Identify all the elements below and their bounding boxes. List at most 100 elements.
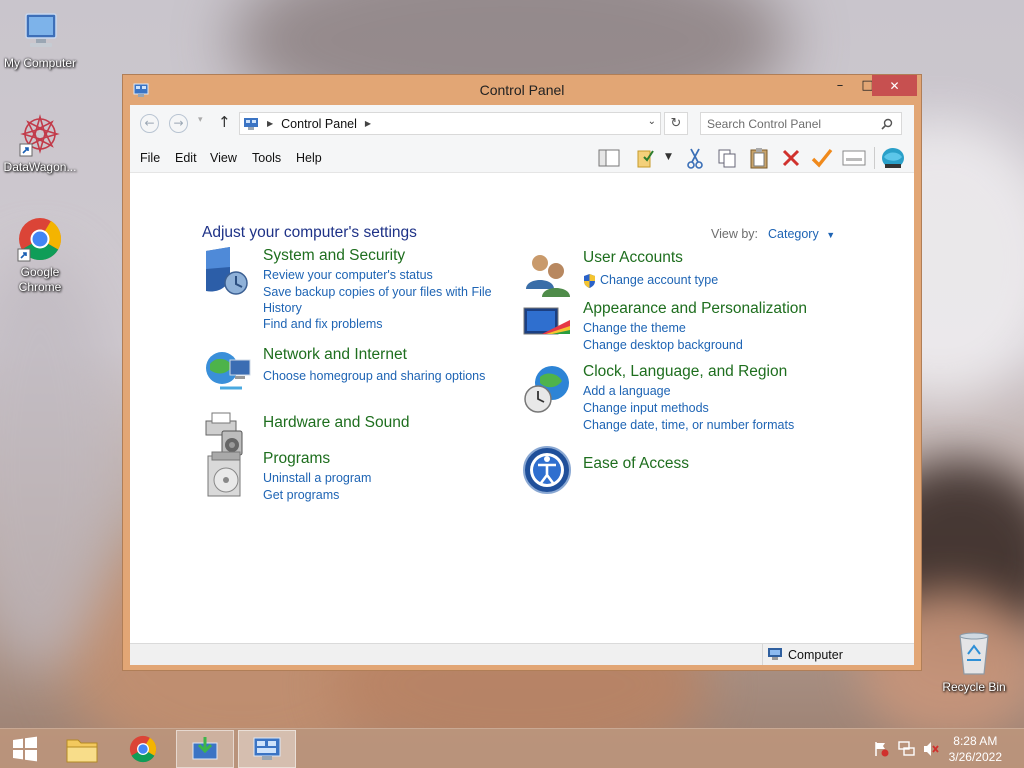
properties-icon[interactable] bbox=[842, 146, 866, 170]
monitor-palette-icon bbox=[523, 307, 570, 335]
refresh-button[interactable]: ↻ bbox=[664, 112, 688, 135]
link-save-backup-copies[interactable]: Save backup copies of your files with Fi… bbox=[263, 284, 492, 300]
category-user-accounts: User Accounts Change account type bbox=[522, 249, 852, 299]
cut-icon[interactable] bbox=[683, 146, 707, 170]
delete-icon[interactable] bbox=[779, 146, 803, 170]
download-monitor-icon bbox=[192, 737, 218, 760]
start-button[interactable] bbox=[0, 730, 50, 768]
category-network-and-internet: Network and Internet Choose homegroup an… bbox=[202, 346, 502, 396]
action-center-flag-icon[interactable] bbox=[873, 741, 889, 760]
taskbar-file-explorer[interactable] bbox=[53, 730, 111, 768]
menu-view[interactable]: View bbox=[210, 151, 237, 165]
link-get-programs[interactable]: Get programs bbox=[263, 487, 339, 503]
desktop-icon-google-chrome[interactable]: Google Chrome bbox=[0, 215, 80, 295]
up-button[interactable]: ↑ bbox=[218, 113, 231, 131]
recent-locations-dropdown[interactable]: ▾ bbox=[198, 115, 203, 125]
close-button[interactable]: ✕ bbox=[872, 75, 917, 96]
programs-disc-icon bbox=[207, 451, 241, 497]
desktop-icon-label: Recycle Bin bbox=[942, 680, 1006, 694]
category-title[interactable]: Network and Internet bbox=[263, 346, 407, 364]
status-location: Computer bbox=[788, 648, 843, 662]
search-input[interactable] bbox=[707, 114, 877, 134]
forward-button[interactable]: → bbox=[169, 114, 188, 133]
title-bar[interactable]: Control Panel – □ ✕ bbox=[123, 75, 921, 105]
desktop-icon-recycle-bin[interactable]: Recycle Bin bbox=[934, 630, 1014, 694]
category-title[interactable]: Clock, Language, and Region bbox=[583, 363, 787, 381]
folder-check-icon[interactable] bbox=[635, 146, 659, 170]
page-heading: Adjust your computer's settings bbox=[202, 224, 417, 241]
view-by-label: View by: bbox=[711, 227, 759, 241]
clock-date: 3/26/2022 bbox=[948, 750, 1002, 764]
layout-icon[interactable] bbox=[597, 146, 621, 170]
shield-icon bbox=[206, 247, 248, 295]
status-divider bbox=[762, 644, 763, 665]
network-icon[interactable] bbox=[898, 741, 916, 760]
check-icon[interactable] bbox=[810, 146, 834, 170]
computer-icon bbox=[768, 648, 782, 660]
category-programs: Programs Uninstall a program Get program… bbox=[202, 450, 502, 510]
taskbar-control-panel[interactable] bbox=[238, 730, 296, 768]
desktop-icon-my-computer[interactable]: My Computer bbox=[0, 10, 80, 70]
view-by-value: Category bbox=[768, 227, 819, 241]
network-globe-icon bbox=[206, 352, 251, 390]
category-appearance-and-personalization: Appearance and Personalization Change th… bbox=[522, 300, 852, 360]
search-box[interactable] bbox=[700, 112, 902, 135]
link-find-and-fix-problems[interactable]: Find and fix problems bbox=[263, 316, 383, 332]
menu-tools[interactable]: Tools bbox=[252, 151, 281, 165]
category-title[interactable]: System and Security bbox=[263, 247, 405, 265]
globe-icon[interactable] bbox=[881, 146, 905, 170]
link-change-theme[interactable]: Change the theme bbox=[583, 320, 686, 336]
paste-icon[interactable] bbox=[747, 146, 771, 170]
link-add-language[interactable]: Add a language bbox=[583, 383, 671, 399]
menu-bar: File Edit View Tools Help ▼ bbox=[130, 141, 914, 173]
address-dropdown-icon[interactable]: ⌄ bbox=[648, 116, 656, 127]
ease-of-access-icon bbox=[523, 446, 571, 494]
category-title[interactable]: Hardware and Sound bbox=[263, 414, 410, 432]
volume-muted-icon[interactable] bbox=[922, 741, 940, 760]
control-panel-icon bbox=[253, 737, 281, 760]
window-title: Control Panel bbox=[479, 82, 565, 98]
breadcrumb-separator-icon[interactable]: ▶ bbox=[267, 119, 273, 128]
datawagon-logo-icon bbox=[19, 114, 60, 157]
address-bar[interactable]: ▶ Control Panel ▶ ⌄ bbox=[239, 112, 661, 135]
minimize-button[interactable]: – bbox=[826, 75, 854, 96]
toolbar-divider bbox=[874, 147, 875, 169]
menu-file[interactable]: File bbox=[140, 151, 160, 165]
category-title[interactable]: Ease of Access bbox=[583, 455, 689, 473]
link-uninstall-program[interactable]: Uninstall a program bbox=[263, 470, 371, 486]
desktop-icon-label: Google Chrome bbox=[18, 265, 62, 294]
link-change-date-time-formats[interactable]: Change date, time, or number formats bbox=[583, 417, 794, 433]
taskbar-download-app[interactable] bbox=[176, 730, 234, 768]
link-change-account-type[interactable]: Change account type bbox=[600, 272, 718, 288]
link-change-desktop-background[interactable]: Change desktop background bbox=[583, 337, 743, 353]
category-title[interactable]: User Accounts bbox=[583, 249, 683, 267]
chevron-down-icon: ▼ bbox=[826, 230, 836, 240]
breadcrumb-chevron-icon[interactable]: ▶ bbox=[365, 119, 371, 128]
navigation-bar: ← → ▾ ↑ ▶ Control Panel ▶ ⌄ ↻ bbox=[130, 105, 914, 141]
control-panel-icon bbox=[244, 117, 258, 130]
copy-icon[interactable] bbox=[715, 146, 739, 170]
link-change-input-methods[interactable]: Change input methods bbox=[583, 400, 709, 416]
view-by-dropdown[interactable]: Category ▼ bbox=[768, 227, 835, 241]
windows-logo-icon bbox=[13, 736, 37, 762]
desktop-icon-datawagon[interactable]: DataWagon... bbox=[0, 112, 80, 174]
desktop-icon-label: DataWagon... bbox=[3, 160, 77, 174]
category-title[interactable]: Programs bbox=[263, 450, 330, 468]
menu-edit[interactable]: Edit bbox=[175, 151, 197, 165]
system-clock[interactable]: 8:28 AM 3/26/2022 bbox=[949, 733, 1002, 765]
folder-icon bbox=[66, 739, 98, 763]
link-homegroup-sharing[interactable]: Choose homegroup and sharing options bbox=[263, 368, 485, 384]
desktop-icon-label: My Computer bbox=[3, 56, 77, 70]
chevron-down-icon[interactable]: ▼ bbox=[665, 152, 672, 162]
breadcrumb-control-panel[interactable]: Control Panel bbox=[281, 117, 357, 131]
uac-shield-icon bbox=[584, 274, 595, 288]
close-icon: ✕ bbox=[889, 78, 900, 93]
search-icon[interactable] bbox=[881, 118, 893, 130]
back-button[interactable]: ← bbox=[140, 114, 159, 133]
status-bar: Computer bbox=[130, 643, 914, 665]
link-review-computer-status[interactable]: Review your computer's status bbox=[263, 267, 433, 283]
taskbar-chrome[interactable] bbox=[114, 730, 172, 768]
menu-help[interactable]: Help bbox=[296, 151, 322, 165]
category-title[interactable]: Appearance and Personalization bbox=[583, 300, 807, 318]
link-file-history[interactable]: History bbox=[263, 300, 302, 316]
